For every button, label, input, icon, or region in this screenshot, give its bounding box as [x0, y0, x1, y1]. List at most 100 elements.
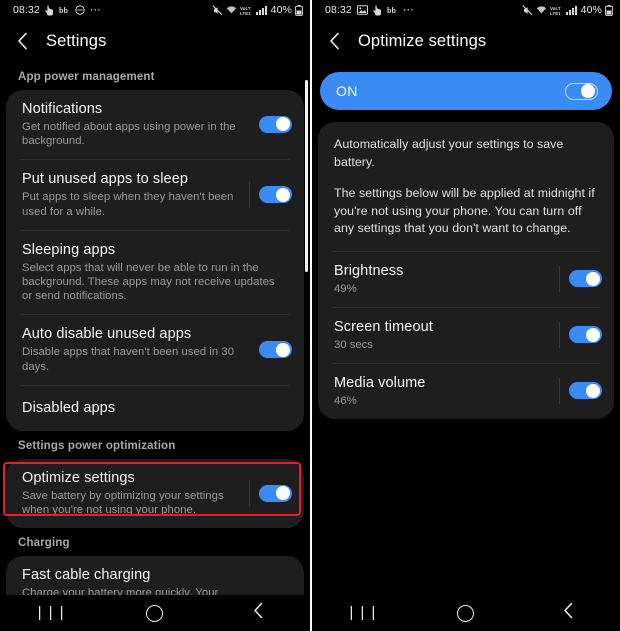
- card-settings-power-optimization: Optimize settings Save battery by optimi…: [6, 458, 304, 529]
- setting-row-sleeping-apps[interactable]: Sleeping apps Select apps that will neve…: [6, 231, 304, 315]
- battery-percent-label: 40%: [270, 4, 292, 16]
- setting-row-disabled-apps[interactable]: Disabled apps: [6, 386, 304, 431]
- navigation-bar-right: |||: [312, 595, 620, 631]
- volte-icon: VoLT LTE1: [550, 5, 563, 16]
- toggle-wrapper[interactable]: [249, 480, 292, 507]
- master-switch-label: ON: [336, 83, 358, 99]
- toggle-knob: [586, 271, 600, 286]
- status-bar-right-group: VoLT LTE1 40%: [212, 4, 303, 16]
- row-text-group: Auto disable unused apps Disable apps th…: [22, 325, 249, 373]
- status-bar-clock: 08:32: [13, 4, 40, 16]
- right-phone-screen: 08:32 bb ⋯ VoLT LTE1 40% Optimize settin…: [310, 0, 620, 631]
- setting-title: Put unused apps to sleep: [22, 171, 189, 188]
- toggle-notifications[interactable]: [259, 115, 292, 133]
- page-title: Settings: [46, 31, 107, 50]
- svg-text:LTE1: LTE1: [240, 11, 251, 16]
- setting-description: Get notified about apps using power in t…: [22, 121, 236, 148]
- master-switch-banner[interactable]: ON: [320, 72, 612, 110]
- toggle-wrapper[interactable]: [249, 115, 292, 133]
- setting-row-screen-timeout[interactable]: Screen timeout 30 secs: [318, 308, 614, 363]
- toggle-separator: [249, 181, 250, 208]
- bb-icon: bb: [387, 5, 398, 15]
- section-header-app-power-management: App power management: [18, 71, 155, 83]
- left-phone-screen: 08:32 bb ⋯ VoLT LTE1 40% Settings App po…: [0, 0, 310, 631]
- settings-scroll-area[interactable]: App power management Notifications Get n…: [0, 62, 310, 613]
- toggle-wrapper[interactable]: [559, 265, 602, 292]
- toggle-master-switch[interactable]: [565, 82, 598, 100]
- toggle-knob: [276, 342, 290, 357]
- setting-title: Media volume: [334, 374, 426, 391]
- title-bar-right: Optimize settings: [312, 20, 620, 62]
- setting-row-media-volume[interactable]: Media volume 46%: [318, 364, 614, 419]
- toggle-separator: [559, 377, 560, 404]
- setting-row-notifications[interactable]: Notifications Get notified about apps us…: [6, 90, 304, 159]
- setting-row-put-unused-apps-to-sleep[interactable]: Put unused apps to sleep Put apps to sle…: [6, 160, 304, 229]
- setting-value: 49%: [334, 282, 357, 295]
- signal-icon: [565, 5, 577, 15]
- recents-icon: |||: [35, 604, 69, 622]
- setting-title: Notifications: [22, 101, 103, 117]
- setting-row-auto-disable-unused-apps[interactable]: Auto disable unused apps Disable apps th…: [6, 315, 304, 384]
- row-text-group: Optimize settings Save battery by optimi…: [22, 469, 249, 517]
- toggle-wrapper[interactable]: [559, 377, 602, 404]
- svg-text:bb: bb: [59, 6, 69, 15]
- info-block: Automatically adjust your settings to sa…: [318, 122, 614, 251]
- back-button[interactable]: [547, 598, 591, 628]
- mute-icon: [212, 4, 223, 16]
- setting-description: Select apps that will never be able to r…: [22, 261, 275, 303]
- do-not-disturb-icon: [75, 5, 85, 15]
- signal-icon: [255, 5, 267, 15]
- back-chevron-icon: [563, 602, 574, 624]
- toggle-auto-disable-unused-apps[interactable]: [259, 341, 292, 359]
- card-app-power-management: Notifications Get notified about apps us…: [6, 90, 304, 431]
- home-button[interactable]: [444, 598, 488, 628]
- back-chevron-icon[interactable]: [324, 31, 344, 51]
- info-paragraph-1: Automatically adjust your settings to sa…: [334, 137, 564, 169]
- image-icon: [356, 5, 368, 15]
- battery-icon: [295, 4, 303, 16]
- toggle-put-unused-apps-to-sleep[interactable]: [259, 186, 292, 204]
- scrollbar-thumb[interactable]: [305, 80, 308, 272]
- toggle-media-volume[interactable]: [569, 382, 602, 399]
- status-bar-left-group: 08:32 bb ⋯: [13, 4, 102, 16]
- toggle-knob: [586, 327, 600, 342]
- navigation-bar-left: |||: [0, 595, 310, 631]
- toggle-screen-timeout[interactable]: [569, 326, 602, 343]
- recents-button[interactable]: |||: [341, 598, 385, 628]
- title-bar-left: Settings: [0, 20, 310, 62]
- setting-title: Disabled apps: [22, 399, 116, 416]
- svg-text:bb: bb: [387, 6, 397, 15]
- toggle-knob: [586, 383, 600, 398]
- section-header-charging: Charging: [18, 537, 70, 550]
- card-optimize-settings: Automatically adjust your settings to sa…: [318, 122, 614, 419]
- row-text-group: Brightness 49%: [334, 262, 559, 296]
- setting-title: Sleeping apps: [22, 241, 116, 258]
- recents-button[interactable]: |||: [30, 598, 74, 628]
- volte-icon: VoLT LTE1: [240, 5, 253, 16]
- back-chevron-icon[interactable]: [12, 31, 32, 51]
- optimize-settings-content: ON Automatically adjust your settings to…: [312, 62, 620, 613]
- toggle-wrapper[interactable]: [249, 341, 292, 359]
- back-button[interactable]: [236, 598, 280, 628]
- battery-icon: [605, 4, 613, 16]
- setting-title: Brightness: [334, 262, 404, 279]
- overflow-dots-icon: ⋯: [402, 4, 415, 16]
- setting-row-brightness[interactable]: Brightness 49%: [318, 252, 614, 307]
- row-text-group: Screen timeout 30 secs: [334, 318, 559, 352]
- bb-icon: bb: [59, 5, 70, 15]
- home-button[interactable]: [133, 598, 177, 628]
- setting-description: Disable apps that haven't been used in 3…: [22, 346, 235, 373]
- toggle-knob: [276, 486, 290, 501]
- toggle-brightness[interactable]: [569, 270, 602, 287]
- section-header-settings-power-optimization: Settings power optimization: [18, 439, 176, 452]
- overflow-dots-icon: ⋯: [89, 4, 102, 16]
- setting-title: Screen timeout: [334, 318, 433, 335]
- toggle-optimize-settings[interactable]: [259, 484, 292, 502]
- recents-icon: |||: [346, 604, 380, 622]
- toggle-wrapper[interactable]: [249, 181, 292, 208]
- toggle-separator: [559, 321, 560, 348]
- status-bar-left-group: 08:32 bb ⋯: [325, 4, 415, 16]
- setting-row-optimize-settings[interactable]: Optimize settings Save battery by optimi…: [6, 459, 304, 528]
- toggle-wrapper[interactable]: [559, 321, 602, 348]
- status-bar-right-group: VoLT LTE1 40%: [522, 4, 613, 16]
